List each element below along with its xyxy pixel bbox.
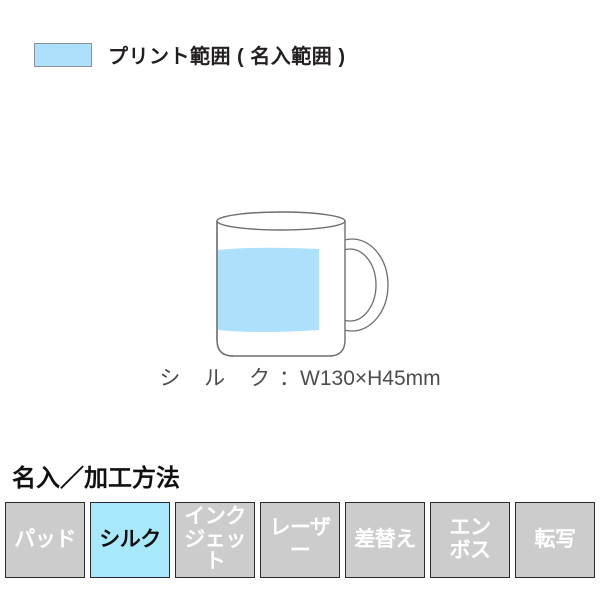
mug-diagram-icon (216, 211, 389, 357)
print-area-legend-label: プリント範囲 ( 名入範囲 ) (108, 46, 346, 68)
method-chip-label: シルク (99, 527, 161, 551)
method-chip-label: エン ボス (449, 516, 492, 562)
method-chip-label-line2: ジェット (184, 527, 246, 574)
print-size-caption: シ ル ク：W130×H45mm (0, 362, 600, 392)
method-chip-label: 転写 (534, 527, 577, 551)
method-chip-laser[interactable]: レーザー (260, 502, 340, 578)
print-area-legend: プリント範囲 ( 名入範囲 ) (34, 40, 346, 69)
method-chip-sashikae[interactable]: 差替え (345, 502, 425, 578)
method-chip-label: インク ジェット (176, 504, 254, 574)
method-chip-tensha[interactable]: 転写 (515, 502, 595, 578)
method-chip-emboss[interactable]: エン ボス (430, 502, 510, 578)
methods-section-title: 名入／加工方法 (12, 465, 180, 492)
mug-rim (216, 211, 346, 231)
method-chip-inkjet[interactable]: インク ジェット (175, 502, 255, 578)
method-chip-label-line1: インク (184, 504, 246, 528)
method-chip-label-line2: ボス (449, 539, 492, 562)
product-illustration (0, 190, 600, 390)
caption-method-label: シ ル ク (159, 367, 280, 390)
caption-size-value: W130×H45mm (300, 367, 441, 390)
method-chip-silk[interactable]: シルク (90, 502, 170, 578)
method-chip-label: パッド (14, 527, 76, 551)
mug-print-area (218, 247, 319, 332)
print-area-swatch-icon (34, 42, 92, 67)
method-chip-pad[interactable]: パッド (5, 502, 85, 578)
method-chip-list: パッド シルク インク ジェット レーザー 差替え エン ボス 転写 (5, 502, 595, 578)
method-chip-label-line1: エン (449, 516, 492, 540)
method-chip-label: 差替え (354, 527, 416, 551)
caption-separator: ： (279, 367, 301, 390)
method-chip-label: レーザー (269, 516, 331, 562)
